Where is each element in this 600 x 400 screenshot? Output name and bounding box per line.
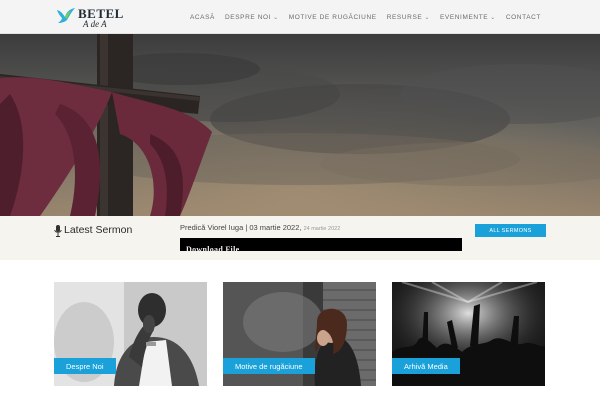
sermon-title-text: Predică Viorel Iuga | 03 martie 2022, (180, 223, 302, 232)
sermon-title[interactable]: Predică Viorel Iuga | 03 martie 2022, 24… (180, 223, 340, 232)
download-file-link[interactable]: Download File (186, 245, 239, 254)
chevron-down-icon: ⌄ (424, 14, 430, 21)
nav-despre-noi[interactable]: DESPRE NOI ⌄ (225, 14, 279, 21)
card-label-motive-de-rugaciune[interactable]: Motive de rugăciune (223, 358, 315, 374)
nav-acasa[interactable]: ACASĂ (190, 14, 215, 21)
nav-label: ACASĂ (189, 13, 215, 21)
card-label-despre-noi[interactable]: Despre Noi (54, 358, 116, 374)
latest-sermon-bar: Latest Sermon Predică Viorel Iuga | 03 m… (0, 216, 600, 260)
main-nav: ACASĂ DESPRE NOI ⌄ MOTIVE DE RUGĂCIUNE R… (190, 0, 541, 34)
site-header: BETEL A de A ACASĂ DESPRE NOI ⌄ MOTIVE D… (0, 0, 600, 34)
dove-icon (57, 8, 75, 23)
hero-cross-image (0, 34, 600, 216)
logo-subtitle: A de A (83, 19, 107, 29)
nav-label: CONTACT (505, 13, 541, 21)
nav-contact[interactable]: CONTACT (506, 14, 541, 21)
nav-evenimente[interactable]: EVENIMENTE ⌄ (440, 14, 496, 21)
card-motive-de-rugaciune[interactable]: Motive de rugăciune (223, 282, 376, 386)
sermon-date: 24 martie 2022 (303, 226, 341, 232)
microphone-icon (54, 225, 62, 237)
nav-label: DESPRE NOI (224, 13, 272, 21)
card-despre-noi[interactable]: Despre Noi (54, 282, 207, 386)
nav-resurse[interactable]: RESURSE ⌄ (387, 14, 430, 21)
nav-label: EVENIMENTE (439, 13, 489, 21)
card-label-arhiva-media[interactable]: Arhivă Media (392, 358, 460, 374)
nav-label: MOTIVE DE RUGĂCIUNE (288, 13, 377, 21)
card-arhiva-media[interactable]: Arhivă Media (392, 282, 545, 386)
hero-banner (0, 34, 600, 216)
all-sermons-button[interactable]: ALL SERMONS (475, 224, 546, 237)
site-logo[interactable]: BETEL A de A (56, 5, 123, 31)
chevron-down-icon: ⌄ (490, 14, 496, 21)
nav-label: RESURSE (386, 13, 423, 21)
latest-sermon-heading: Latest Sermon (64, 224, 133, 236)
nav-motive-de-rugaciune[interactable]: MOTIVE DE RUGĂCIUNE (289, 14, 377, 21)
chevron-down-icon: ⌄ (273, 14, 279, 21)
